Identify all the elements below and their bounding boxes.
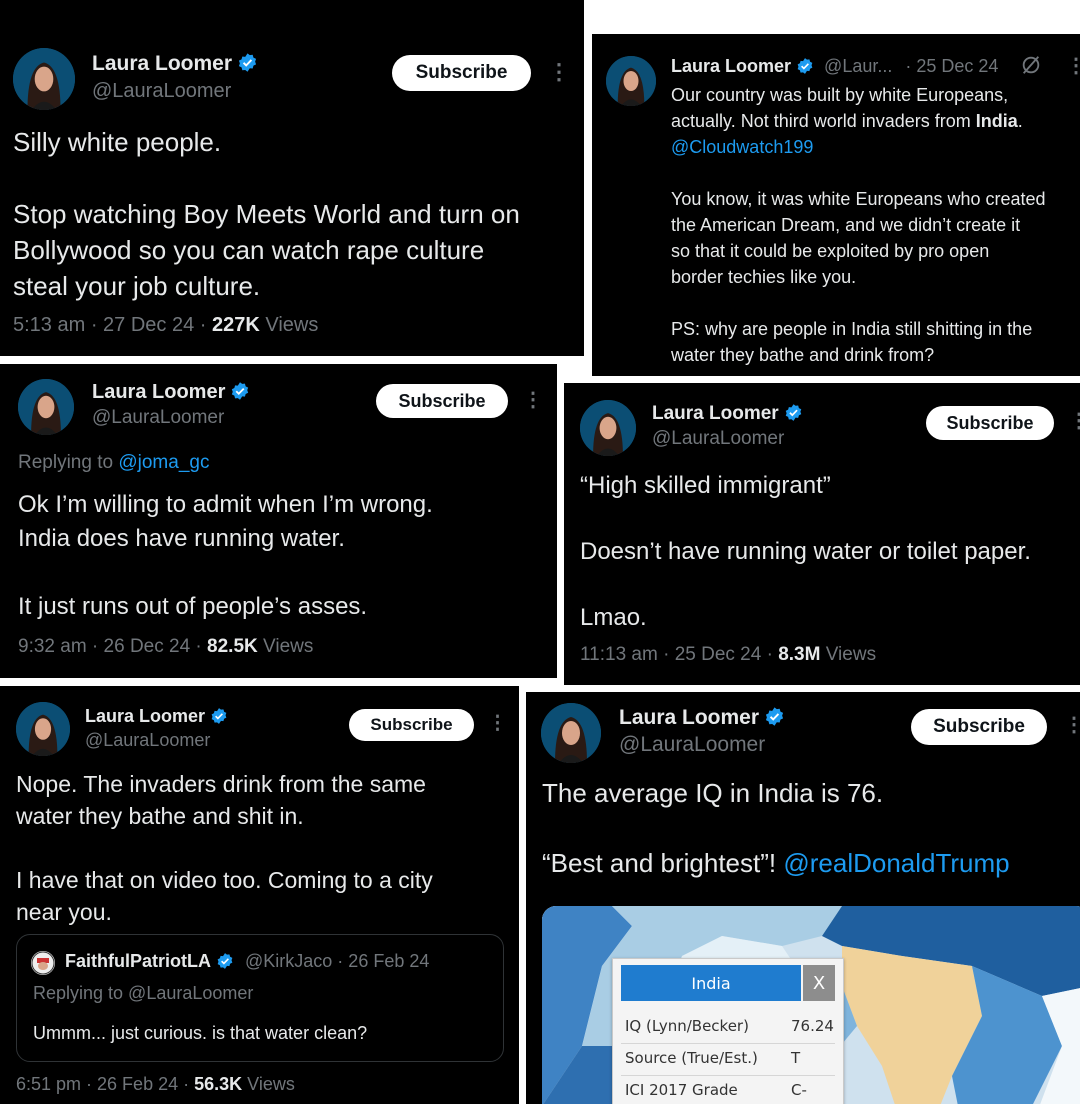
tweet-card-2[interactable]: Laura Loomer @Laur... · 25 Dec 24 ⋮ Our … bbox=[592, 34, 1080, 376]
author-handle[interactable]: @LauraLoomer bbox=[652, 428, 784, 450]
tweet-meta: 11:13 am · 25 Dec 24 · 8.3M Views bbox=[580, 644, 877, 665]
views-count: 8.3M bbox=[778, 644, 821, 665]
author-handle[interactable]: @Laur... bbox=[824, 56, 892, 76]
author-handle[interactable]: @LauraLoomer bbox=[85, 730, 210, 751]
author-name[interactable]: Laura Loomer @Laur... · 25 Dec 24 bbox=[671, 56, 998, 77]
views-count: 82.5K bbox=[207, 636, 258, 657]
author-name[interactable]: Laura Loomer bbox=[92, 381, 250, 404]
author-name[interactable]: Laura Loomer bbox=[652, 403, 803, 425]
popup-row-value: C- bbox=[791, 1081, 807, 1099]
more-options-icon[interactable]: ⋮ bbox=[548, 61, 570, 83]
more-options-icon[interactable]: ⋮ bbox=[488, 714, 507, 733]
reply-mention-link[interactable]: @joma_gc bbox=[118, 452, 209, 473]
avatar[interactable] bbox=[580, 400, 636, 456]
popup-close-icon[interactable]: X bbox=[803, 965, 835, 1001]
verified-badge-icon bbox=[211, 708, 227, 724]
avatar-image-icon bbox=[18, 379, 74, 435]
verified-badge-icon bbox=[797, 58, 813, 74]
mention-link[interactable]: @Cloudwatch199 bbox=[671, 134, 1080, 160]
avatar-image-icon bbox=[16, 702, 70, 756]
verified-badge-icon bbox=[238, 53, 257, 72]
popup-divider bbox=[621, 1075, 835, 1076]
tweet-text: Our country was built by white Europeans… bbox=[671, 82, 1080, 368]
subscribe-button[interactable]: Subscribe bbox=[911, 709, 1047, 745]
tweet-meta: 5:13 am · 27 Dec 24 · 227K Views bbox=[13, 314, 319, 336]
tweet-card-6[interactable]: Laura Loomer @LauraLoomer Subscribe ⋮ Th… bbox=[526, 692, 1080, 1104]
tweet-text: Silly white people. Stop watching Boy Me… bbox=[13, 127, 520, 301]
replying-to: Replying to @joma_gc bbox=[18, 452, 210, 473]
tweet-date: · 25 Dec 24 bbox=[905, 56, 999, 76]
verified-badge-icon bbox=[785, 404, 801, 421]
author-name[interactable]: Laura Loomer bbox=[619, 706, 785, 730]
tweet-text: “High skilled immigrant” Doesn’t have ru… bbox=[580, 472, 1031, 631]
views-count: 56.3K bbox=[194, 1074, 243, 1094]
popup-divider bbox=[621, 1043, 835, 1044]
avatar[interactable] bbox=[18, 379, 74, 435]
author-name[interactable]: Laura Loomer bbox=[92, 52, 258, 76]
author-handle[interactable]: @LauraLoomer bbox=[92, 80, 231, 103]
more-options-icon[interactable]: ⋮ bbox=[1064, 715, 1080, 735]
quote-avatar[interactable] bbox=[31, 951, 55, 975]
author-handle[interactable]: @LauraLoomer bbox=[619, 733, 765, 757]
author-name[interactable]: Laura Loomer bbox=[85, 706, 228, 727]
tweet-text: Ok I’m willing to admit when I’m wrong. … bbox=[18, 491, 433, 620]
quote-author-handle[interactable]: @KirkJaco · 26 Feb 24 bbox=[245, 951, 429, 971]
popup-row-label: ICI 2017 Grade bbox=[625, 1081, 738, 1099]
popup-row-label: IQ (Lynn/Becker) bbox=[625, 1017, 749, 1035]
popup-title: India bbox=[621, 965, 801, 1001]
quoted-tweet[interactable]: FaithfulPatriotLA @KirkJaco · 26 Feb 24 … bbox=[16, 934, 504, 1062]
more-options-icon[interactable]: ⋮ bbox=[1066, 56, 1080, 76]
subscribe-button[interactable]: Subscribe bbox=[349, 709, 474, 741]
subscribe-button[interactable]: Subscribe bbox=[376, 384, 508, 418]
avatar-image-icon bbox=[541, 703, 601, 763]
tweet-card-3[interactable]: Laura Loomer @LauraLoomer Subscribe ⋮ Re… bbox=[0, 364, 557, 678]
avatar[interactable] bbox=[541, 703, 601, 763]
grok-icon[interactable] bbox=[1020, 54, 1042, 76]
quote-text: Ummm... just curious. is that water clea… bbox=[33, 1023, 368, 1043]
mention-link[interactable]: @realDonaldTrump bbox=[783, 848, 1009, 878]
subscribe-button[interactable]: Subscribe bbox=[926, 406, 1054, 440]
tweet-meta: 6:51 pm · 26 Feb 24 · 56.3K Views bbox=[16, 1074, 295, 1094]
views-count: 227K bbox=[211, 314, 260, 336]
avatar[interactable] bbox=[16, 702, 70, 756]
popup-row-label: Source (True/Est.) bbox=[625, 1049, 758, 1067]
tweet-card-4[interactable]: Laura Loomer @LauraLoomer Subscribe ⋮ “H… bbox=[564, 383, 1080, 685]
avatar-image-icon bbox=[580, 400, 636, 456]
quote-author-name[interactable]: FaithfulPatriotLA @KirkJaco · 26 Feb 24 bbox=[65, 951, 429, 972]
verified-badge-icon bbox=[217, 953, 233, 969]
popup-row-value: 76.24 bbox=[791, 1017, 834, 1035]
avatar-image-icon bbox=[13, 48, 75, 110]
avatar-image-icon bbox=[606, 56, 656, 106]
verified-badge-icon bbox=[765, 707, 784, 726]
more-options-icon[interactable]: ⋮ bbox=[1069, 411, 1080, 431]
subscribe-button[interactable]: Subscribe bbox=[392, 55, 531, 91]
quote-avatar-image-icon bbox=[31, 951, 55, 975]
avatar[interactable] bbox=[606, 56, 656, 106]
verified-badge-icon bbox=[232, 382, 249, 400]
tweet-card-5[interactable]: Laura Loomer @LauraLoomer Subscribe ⋮ No… bbox=[0, 686, 519, 1104]
country-info-popup: India X IQ (Lynn/Becker) 76.24 Source (T… bbox=[612, 958, 844, 1104]
popup-row-value: T bbox=[791, 1049, 801, 1067]
tweet-text-line-2: “Best and brightest”! @realDonaldTrump bbox=[542, 848, 1010, 878]
more-options-icon[interactable]: ⋮ bbox=[523, 390, 543, 410]
tweet-text-line-1: The average IQ in India is 76. bbox=[542, 778, 884, 808]
tweet-meta: 9:32 am · 26 Dec 24 · 82.5K Views bbox=[18, 636, 314, 657]
author-handle[interactable]: @LauraLoomer bbox=[92, 407, 224, 429]
quote-replying-to: Replying to @LauraLoomer bbox=[33, 983, 254, 1003]
map-image[interactable]: India X IQ (Lynn/Becker) 76.24 Source (T… bbox=[542, 906, 1080, 1104]
tweet-text: Nope. The invaders drink from the same w… bbox=[16, 771, 433, 925]
avatar[interactable] bbox=[13, 48, 75, 110]
tweet-card-1[interactable]: Laura Loomer @LauraLoomer Subscribe ⋮ Si… bbox=[0, 0, 584, 356]
